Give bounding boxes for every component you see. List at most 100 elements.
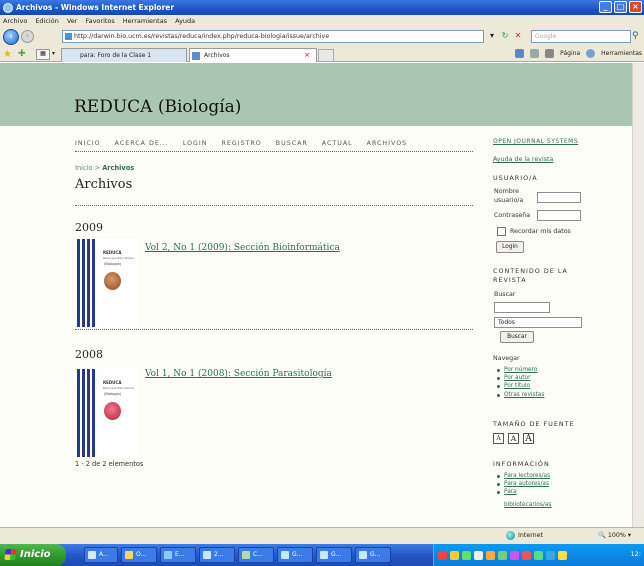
journal-help-link[interactable]: Ayuda de la revista: [493, 156, 553, 163]
url-text: http://darwin.bio.ucm.es/revistas/reduca…: [74, 33, 330, 40]
forward-button[interactable]: ›: [21, 30, 34, 43]
list-item[interactable]: Para: [495, 488, 550, 496]
issue-link-2008[interactable]: Vol 1, No 1 (2008): Sección Parasitologí…: [145, 369, 332, 379]
font-medium-button[interactable]: A: [508, 433, 519, 444]
tray-icon[interactable]: [546, 550, 555, 560]
dropdown-icon[interactable]: ▾: [487, 31, 497, 41]
taskbar-item[interactable]: G...: [355, 547, 391, 563]
breadcrumb: Inicio > Archivos: [75, 164, 134, 172]
tray-icon[interactable]: [486, 550, 495, 560]
clock[interactable]: 12:: [631, 550, 641, 558]
username-input[interactable]: [537, 192, 581, 203]
breadcrumb-home[interactable]: Inicio: [75, 164, 92, 172]
password-input[interactable]: [537, 210, 581, 221]
menu-edicion[interactable]: Edición: [35, 17, 59, 25]
issue-cover-2009[interactable]: REDUCA Recursos Educativos (Biología): [75, 239, 138, 327]
page-icon: [65, 33, 72, 40]
tray-icon[interactable]: [534, 550, 543, 560]
tray-icon[interactable]: [498, 550, 507, 560]
issue-link-2009[interactable]: Vol 2, No 1 (2009): Sección Bioinformáti…: [145, 243, 340, 253]
menu-ayuda[interactable]: Ayuda: [175, 17, 195, 25]
ojs-link[interactable]: OPEN JOURNAL SYSTEMS: [493, 138, 578, 145]
browse-by-issue-link[interactable]: Por número: [504, 367, 537, 373]
favorites-star-icon[interactable]: ★: [3, 49, 12, 60]
menu-ver[interactable]: Ver: [67, 17, 78, 25]
tray-icon[interactable]: [462, 550, 471, 560]
login-button[interactable]: Login: [496, 241, 524, 253]
list-item[interactable]: Para lectores/as: [495, 472, 550, 480]
tools-menu[interactable]: Herramientas: [601, 50, 642, 57]
vertical-scrollbar[interactable]: [632, 63, 644, 527]
url-input[interactable]: http://darwin.bio.ucm.es/revistas/reduca…: [62, 30, 484, 43]
nav-registro[interactable]: REGISTRO: [222, 140, 262, 147]
nav-buscar[interactable]: BUSCAR: [276, 140, 308, 147]
taskbar-item[interactable]: G...: [316, 547, 352, 563]
taskbar-item[interactable]: 2...: [199, 547, 235, 563]
list-item[interactable]: Por autor: [495, 374, 544, 382]
new-tab-button[interactable]: [318, 49, 334, 62]
close-window-button[interactable]: ×: [629, 1, 642, 13]
tray-icon[interactable]: [522, 550, 531, 560]
font-large-button[interactable]: A: [523, 433, 534, 444]
list-item[interactable]: Por título: [495, 382, 544, 390]
taskbar-item[interactable]: E...: [160, 547, 196, 563]
maximize-button[interactable]: □: [614, 1, 627, 13]
tray-icon[interactable]: [510, 550, 519, 560]
search-input[interactable]: Google: [531, 30, 631, 43]
quick-tabs-button[interactable]: ▦: [36, 49, 50, 60]
tab-archivos[interactable]: Archivos ×: [189, 48, 317, 62]
journal-search-input[interactable]: [494, 302, 550, 313]
nav-archivos[interactable]: ARCHIVOS: [367, 140, 408, 147]
zoom-level[interactable]: 🔍 100% ▾: [598, 531, 631, 539]
taskbar-item[interactable]: C...: [238, 547, 274, 563]
browse-by-author-link[interactable]: Por autor: [504, 375, 531, 381]
menu-herramientas[interactable]: Herramientas: [123, 17, 167, 25]
for-librarians-link-2[interactable]: bibliotecarios/as: [504, 502, 551, 508]
taskbar-item[interactable]: O...: [121, 547, 157, 563]
refresh-icon[interactable]: ↻: [500, 31, 510, 41]
tray-icon[interactable]: [474, 550, 483, 560]
nav-acerca[interactable]: ACERCA DE...: [115, 140, 169, 147]
tab-foro[interactable]: para: Foro de la Clase 1: [61, 48, 187, 62]
close-tab-icon[interactable]: ×: [304, 49, 310, 62]
list-item[interactable]: Por número: [495, 366, 544, 374]
list-item[interactable]: Otras revistas: [495, 391, 544, 399]
browse-by-title-link[interactable]: Por título: [504, 383, 530, 389]
security-zone[interactable]: Internet: [506, 531, 543, 540]
search-button[interactable]: Buscar: [500, 331, 534, 343]
issue-cover-2008[interactable]: REDUCA Recursos Educativos (Biología): [75, 369, 138, 457]
remember-checkbox[interactable]: [497, 227, 506, 236]
font-small-button[interactable]: A: [493, 433, 504, 444]
menu-favoritos[interactable]: Favoritos: [85, 17, 114, 25]
tray-icon[interactable]: [438, 550, 447, 560]
system-tray: 12:: [433, 544, 644, 566]
other-journals-link[interactable]: Otras revistas: [504, 392, 544, 398]
search-icon[interactable]: ⚲: [632, 31, 639, 41]
print-icon[interactable]: [545, 49, 555, 58]
stop-icon[interactable]: ✕: [513, 31, 523, 41]
taskbar-item[interactable]: G...: [277, 547, 313, 563]
search-scope-select[interactable]: Todos: [494, 317, 582, 328]
page-menu[interactable]: Página: [560, 50, 580, 57]
home-icon[interactable]: [515, 49, 525, 58]
menu-archivo[interactable]: Archivo: [3, 17, 27, 25]
for-librarians-link[interactable]: Para: [504, 489, 517, 495]
tray-icon[interactable]: [558, 550, 567, 560]
for-authors-link[interactable]: Para autores/as: [504, 481, 549, 487]
minimize-button[interactable]: _: [599, 1, 612, 13]
feeds-icon[interactable]: [530, 49, 540, 58]
start-button[interactable]: Inicio: [0, 544, 66, 566]
site-header: REDUCA (Biología): [0, 63, 632, 126]
taskbar-item[interactable]: A...: [84, 547, 118, 563]
add-favorites-icon[interactable]: ✚: [18, 49, 26, 59]
nav-login[interactable]: LOGIN: [183, 140, 208, 147]
tools-icon[interactable]: [586, 49, 596, 58]
breadcrumb-current[interactable]: Archivos: [102, 164, 134, 172]
list-item[interactable]: Para autores/as: [495, 480, 550, 488]
tab-list-icon[interactable]: ▾: [52, 50, 55, 57]
nav-inicio[interactable]: INICIO: [75, 140, 101, 147]
nav-actual[interactable]: ACTUAL: [322, 140, 353, 147]
for-readers-link[interactable]: Para lectores/as: [504, 473, 550, 479]
tray-icon[interactable]: [450, 550, 459, 560]
back-button[interactable]: ‹: [3, 28, 19, 45]
